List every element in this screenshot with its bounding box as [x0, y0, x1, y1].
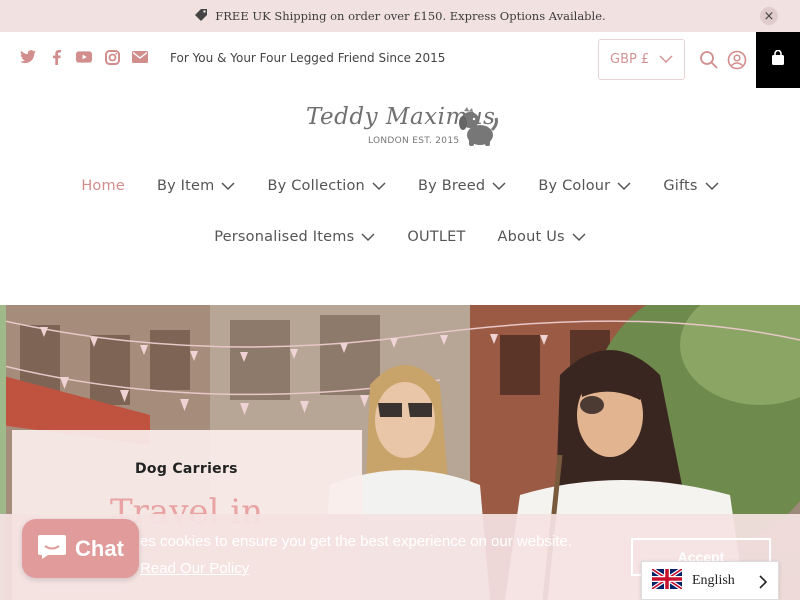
instagram-icon[interactable] [104, 49, 120, 65]
nav-label: By Collection [267, 178, 365, 194]
chevron-down-icon [372, 181, 386, 191]
youtube-icon[interactable] [76, 49, 92, 65]
language-selector[interactable]: English [641, 561, 779, 600]
twitter-icon[interactable] [20, 49, 36, 65]
chevron-right-icon [759, 574, 768, 593]
main-nav-row-2: Personalised Items OUTLET About Us [0, 229, 800, 245]
nav-item-by-breed[interactable]: By Breed [418, 178, 506, 194]
hero-eyebrow: Dog Carriers [135, 461, 238, 477]
nav-label: By Colour [538, 178, 611, 194]
nav-item-by-item[interactable]: By Item [157, 178, 236, 194]
nav-label: By Item [156, 178, 215, 194]
nav-label: Gifts [663, 178, 698, 194]
nav-item-by-collection[interactable]: By Collection [267, 178, 386, 194]
chevron-down-icon [617, 181, 631, 191]
search-icon[interactable] [699, 50, 719, 70]
social-links [20, 49, 148, 65]
announcement-bar: FREE UK Shipping on order over £150. Exp… [0, 0, 800, 32]
dog-logo-icon [454, 106, 498, 152]
nav-label: By Breed [417, 178, 486, 194]
chevron-down-icon [572, 232, 586, 242]
nav-label: Personalised Items [214, 229, 355, 245]
chat-button[interactable]: Chat [22, 519, 139, 578]
chevron-down-icon [659, 52, 673, 70]
uk-flag-icon [650, 566, 684, 593]
nav-item-gifts[interactable]: Gifts [663, 178, 719, 194]
language-label: English [692, 572, 735, 588]
chevron-down-icon [361, 232, 375, 242]
logo-subtitle: LONDON EST. 2015 [368, 136, 460, 146]
utility-bar: For You & Your Four Legged Friend Since … [0, 32, 800, 88]
announcement: FREE UK Shipping on order over £150. Exp… [194, 8, 606, 25]
email-icon[interactable] [132, 49, 148, 65]
account-icon[interactable] [727, 50, 747, 70]
cookie-policy-link[interactable]: Read Our Policy [140, 560, 249, 577]
brand-logo[interactable]: Teddy Maximus LONDON EST. 2015 [300, 100, 500, 156]
nav-item-home[interactable]: Home [81, 178, 125, 194]
chevron-down-icon [705, 181, 719, 191]
nav-item-by-colour[interactable]: By Colour [538, 178, 631, 194]
nav-item-outlet[interactable]: OUTLET [407, 229, 465, 245]
main-nav-row-1: Home By Item By Collection By Breed By C… [0, 178, 800, 194]
nav-label: OUTLET [407, 229, 466, 245]
nav-item-personalised-items[interactable]: Personalised Items [214, 229, 375, 245]
currency-value: GBP £ [610, 52, 650, 67]
facebook-icon[interactable] [48, 49, 64, 65]
cart-button[interactable] [756, 32, 800, 88]
chevron-down-icon [221, 181, 236, 191]
announcement-text: FREE UK Shipping on order over £150. Exp… [215, 9, 606, 23]
cookie-text: es cookies to ensure you get the best ex… [140, 533, 572, 550]
cart-icon [771, 49, 785, 70]
chat-label: Chat [75, 535, 124, 561]
nav-label: About Us [497, 229, 565, 245]
nav-label: Home [81, 178, 125, 194]
close-icon[interactable]: × [760, 7, 778, 25]
chat-bubble-icon [37, 534, 67, 564]
nav-item-about-us[interactable]: About Us [498, 229, 586, 245]
tagline: For You & Your Four Legged Friend Since … [170, 51, 446, 65]
currency-selector[interactable]: GBP £ [598, 39, 685, 80]
tag-icon [194, 8, 208, 25]
chevron-down-icon [492, 181, 506, 191]
